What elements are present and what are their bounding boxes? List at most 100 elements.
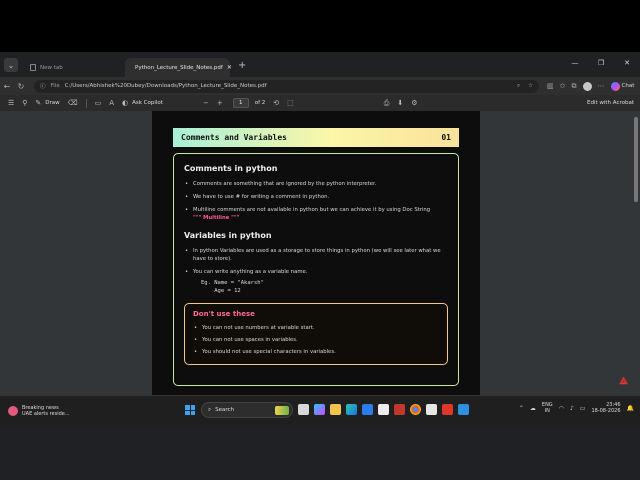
read-aloud-icon[interactable]: A: [109, 99, 114, 107]
filter-icon[interactable]: ⚲: [22, 99, 27, 107]
search-label: Search: [215, 407, 234, 413]
list-item: You should not use special characters in…: [193, 348, 439, 356]
pdf-toolbar: ☰ ⚲ ✎ Draw ⌫ ▭ A ◐ Ask Copilot − + 1 of …: [0, 95, 640, 111]
erase-icon[interactable]: ⌫: [68, 99, 78, 107]
mail-icon[interactable]: [362, 404, 373, 415]
copilot-app-icon[interactable]: [314, 404, 325, 415]
chrome-icon[interactable]: [410, 404, 421, 415]
store-icon[interactable]: [378, 404, 389, 415]
language-indicator[interactable]: ENG IN: [542, 402, 553, 414]
code-example: Eg. Name = "Akarsh" Age = 12: [184, 279, 448, 295]
window-controls: — ❐ ✕: [562, 52, 640, 74]
search-icon: ⌕: [208, 406, 212, 413]
notepad-icon[interactable]: [426, 404, 437, 415]
taskbar-apps: [298, 404, 469, 415]
lang-bottom: IN: [544, 408, 550, 414]
zoom-icon[interactable]: ⌕: [517, 83, 520, 90]
code-line: Eg. Name = "Akarsh": [201, 280, 264, 286]
taskbar: Breaking news UAE alerts reside... ⌕ Sea…: [0, 395, 640, 425]
copilot-chat-button[interactable]: Chat: [610, 81, 634, 91]
clock[interactable]: 23:46 18-08-2026: [591, 402, 620, 414]
dont-use-list: You can not use numbers at variable star…: [193, 324, 439, 356]
battery-icon[interactable]: ▭: [580, 405, 586, 412]
task-view-icon[interactable]: [298, 404, 309, 415]
search-highlight-icon: [275, 405, 289, 415]
copilot-icon: [610, 81, 620, 91]
fit-icon[interactable]: ⬚: [287, 99, 294, 107]
settings-icon[interactable]: ⚙: [411, 99, 417, 107]
save-icon[interactable]: ⬇: [397, 99, 403, 107]
draw-icon[interactable]: ✎: [35, 99, 41, 107]
start-button[interactable]: [185, 405, 195, 415]
multiline-example: """ Multiline """: [193, 215, 240, 221]
contents-icon[interactable]: ☰: [8, 99, 14, 107]
maximize-icon[interactable]: ❐: [588, 52, 614, 74]
url-field[interactable]: ⓘ File C:/Users/Abhishek%20Dubey/Downloa…: [34, 79, 539, 93]
rotate-icon[interactable]: ⟲: [273, 99, 279, 107]
taskbar-search[interactable]: ⌕ Search: [201, 402, 293, 418]
comments-heading: Comments in python: [184, 164, 278, 173]
acrobat-icon[interactable]: ⟁: [619, 376, 628, 387]
draw-button[interactable]: Draw: [45, 100, 59, 106]
favorite-icon[interactable]: ☆: [528, 83, 533, 90]
file-explorer-icon[interactable]: [330, 404, 341, 415]
slide-content: Comments in python Comments are somethin…: [173, 153, 459, 386]
split-screen-icon[interactable]: ▥: [547, 82, 554, 90]
pdf-page: Comments and Variables 01 Comments in py…: [152, 111, 480, 395]
page-view-icon[interactable]: ▭: [95, 99, 102, 107]
variables-heading: Variables in python: [184, 231, 272, 240]
close-icon[interactable]: ✕: [227, 64, 232, 71]
refresh-icon[interactable]: ↻: [14, 82, 28, 91]
list-item: In python Variables are used as a storag…: [184, 247, 448, 263]
news-subtitle: UAE alerts reside...: [22, 410, 70, 417]
chevron-up-icon[interactable]: ⌃: [519, 405, 524, 412]
url-scheme: File: [50, 83, 60, 89]
tab-actions-button[interactable]: ⌄: [4, 58, 18, 72]
close-window-icon[interactable]: ✕: [614, 52, 640, 74]
slide-number: 01: [441, 133, 451, 142]
pdf-app-icon[interactable]: [394, 404, 405, 415]
zoom-out-icon[interactable]: −: [203, 99, 209, 107]
variables-list: In python Variables are used as a storag…: [184, 247, 448, 276]
divider: [85, 98, 87, 108]
scrollbar[interactable]: [634, 113, 638, 393]
pdf-viewer[interactable]: Comments and Variables 01 Comments in py…: [0, 111, 640, 395]
list-item: Comments are something that are ignored …: [184, 180, 448, 188]
notification-icon[interactable]: 🔔: [627, 405, 634, 412]
ask-copilot-button[interactable]: Ask Copilot: [132, 100, 163, 106]
wifi-icon[interactable]: ◠: [559, 405, 564, 412]
list-item: We have to use # for writing a comment i…: [184, 193, 448, 201]
page-number-input[interactable]: 1: [232, 98, 249, 108]
dont-use-box: Don't use these You can not use numbers …: [184, 303, 448, 365]
more-icon[interactable]: ⋯: [598, 82, 605, 90]
cloud-icon[interactable]: ☁: [530, 405, 536, 412]
tab-label: Python_Lecture_Slide_Notes.pdf: [135, 64, 223, 71]
news-widget[interactable]: Breaking news UAE alerts reside...: [8, 405, 70, 417]
tab-new-tab[interactable]: New tab: [24, 58, 119, 77]
page-count: of 2: [254, 100, 266, 106]
acrobat-app-icon[interactable]: [442, 404, 453, 415]
comments-list: Comments are something that are ignored …: [184, 180, 448, 222]
edge-icon[interactable]: [346, 404, 357, 415]
favorites-icon[interactable]: ✩: [560, 82, 566, 90]
list-item: You can not use spaces in variables.: [193, 336, 439, 344]
system-tray: ⌃ ☁ ENG IN ◠ ♪ ▭ 23:46 18-08-2026 🔔: [519, 402, 634, 414]
multiline-text: Multiline comments are not available in …: [193, 207, 431, 213]
vscode-icon[interactable]: [458, 404, 469, 415]
page-icon: [30, 64, 36, 71]
scrollbar-thumb[interactable]: [634, 117, 638, 202]
back-icon[interactable]: ←: [0, 82, 14, 91]
volume-icon[interactable]: ♪: [570, 405, 574, 412]
print-icon[interactable]: ⎙: [384, 99, 390, 108]
tab-pdf[interactable]: Python_Lecture_Slide_Notes.pdf ✕: [125, 58, 232, 77]
avatar[interactable]: [582, 81, 592, 91]
slide-title: Comments and Variables: [181, 133, 287, 142]
dont-use-heading: Don't use these: [193, 310, 255, 318]
edit-with-acrobat-button[interactable]: Edit with Acrobat: [587, 100, 634, 106]
minimize-icon[interactable]: —: [562, 52, 588, 74]
date: 18-08-2026: [591, 408, 621, 414]
collections-icon[interactable]: ⧉: [572, 82, 577, 91]
new-tab-button[interactable]: +: [238, 60, 246, 71]
zoom-in-icon[interactable]: +: [217, 99, 223, 107]
copilot-small-icon[interactable]: ◐: [122, 99, 128, 107]
